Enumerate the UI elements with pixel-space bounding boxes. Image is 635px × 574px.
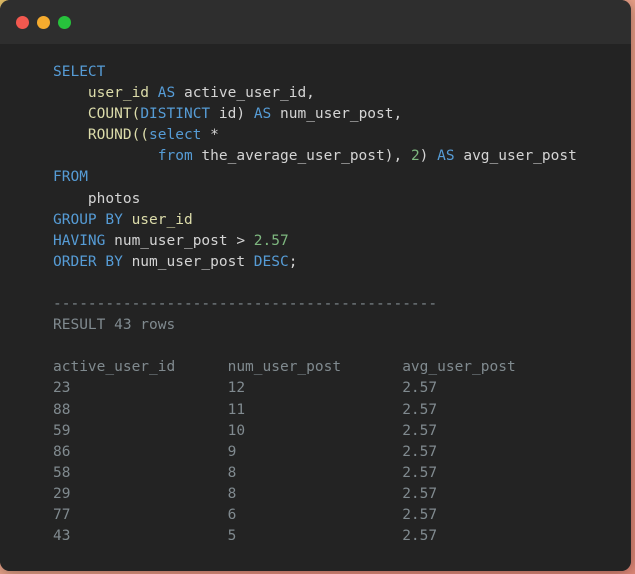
table-row: 23 12 2.57 bbox=[53, 380, 577, 397]
code-token: AS bbox=[157, 85, 176, 102]
line-from: FROM bbox=[53, 167, 631, 188]
code-token: 2.57 bbox=[253, 232, 289, 249]
line-round: ROUND((select * bbox=[53, 125, 631, 146]
code-token: FROM bbox=[53, 169, 88, 186]
line-select: SELECT bbox=[53, 62, 631, 83]
code-token: SELECT bbox=[53, 64, 106, 80]
code-token: HAVING bbox=[53, 232, 106, 249]
code-token: ORDER BY bbox=[53, 253, 123, 270]
code-token: num_user_post bbox=[122, 253, 254, 270]
line-count: COUNT(DISTINCT id) AS num_user_post, bbox=[53, 104, 631, 125]
line-orderby: ORDER BY num_user_post DESC; bbox=[53, 252, 631, 273]
code-token: user_id bbox=[131, 211, 193, 228]
result-output-block: ----------------------------------------… bbox=[0, 273, 631, 547]
result-separator: ----------------------------------------… bbox=[53, 296, 438, 313]
code-token: ROUND(( bbox=[87, 127, 150, 144]
code-token: the_average_user_post), bbox=[192, 148, 411, 165]
traffic-light-buttons bbox=[16, 15, 71, 29]
code-token: AS bbox=[253, 106, 272, 123]
code-token: user_id bbox=[87, 85, 150, 102]
minimize-button-icon[interactable] bbox=[37, 15, 50, 29]
code-token: ; bbox=[288, 253, 298, 270]
table-row: 86 9 2.57 bbox=[53, 443, 577, 460]
code-token: from bbox=[157, 148, 193, 165]
code-token: DESC bbox=[253, 253, 289, 270]
line-groupby: GROUP BY user_id bbox=[53, 210, 631, 231]
code-token: ) bbox=[419, 148, 438, 165]
window-titlebar bbox=[0, 0, 631, 44]
table-row: 59 10 2.57 bbox=[53, 422, 577, 439]
code-token: DISTINCT bbox=[140, 106, 211, 123]
result-status: RESULT 43 rows bbox=[53, 317, 176, 334]
close-button-icon[interactable] bbox=[16, 15, 29, 29]
result-column-headers: active_user_id num_user_post avg_user_po… bbox=[53, 359, 577, 376]
table-row: 58 8 2.57 bbox=[53, 464, 577, 481]
table-row: 88 11 2.57 bbox=[53, 401, 577, 418]
code-token: num_user_post, bbox=[271, 106, 403, 123]
maximize-button-icon[interactable] bbox=[58, 15, 71, 29]
table-row: 43 5 2.57 bbox=[53, 528, 577, 545]
code-token: id) bbox=[210, 106, 254, 123]
code-token: AS bbox=[437, 148, 455, 165]
table-row: 29 8 2.57 bbox=[53, 485, 577, 502]
line-having: HAVING num_user_post > 2.57 bbox=[53, 231, 631, 252]
line-user-id: user_id AS active_user_id, bbox=[53, 83, 631, 104]
code-token: COUNT( bbox=[87, 106, 141, 123]
sql-query-block[interactable]: SELECT user_id AS active_user_id, COUNT(… bbox=[0, 62, 631, 273]
line-subfrom: from the_average_user_post), 2) AS avg_u… bbox=[53, 146, 631, 167]
code-token: active_user_id, bbox=[175, 85, 315, 102]
code-token: photos bbox=[53, 190, 141, 207]
code-token: GROUP BY bbox=[53, 211, 123, 228]
code-token: num_user_post > bbox=[105, 232, 254, 249]
table-row: 77 6 2.57 bbox=[53, 506, 577, 523]
spacer-before-table bbox=[53, 336, 631, 357]
code-editor-area[interactable]: SELECT user_id AS active_user_id, COUNT(… bbox=[0, 44, 631, 571]
code-token: * bbox=[201, 127, 219, 144]
code-token: 2 bbox=[410, 148, 420, 165]
code-token: select bbox=[149, 127, 202, 144]
terminal-window: SELECT user_id AS active_user_id, COUNT(… bbox=[0, 0, 631, 571]
code-token: avg_user_post bbox=[454, 148, 577, 165]
spacer-before-separator bbox=[53, 273, 631, 294]
line-photos: photos bbox=[53, 189, 631, 210]
